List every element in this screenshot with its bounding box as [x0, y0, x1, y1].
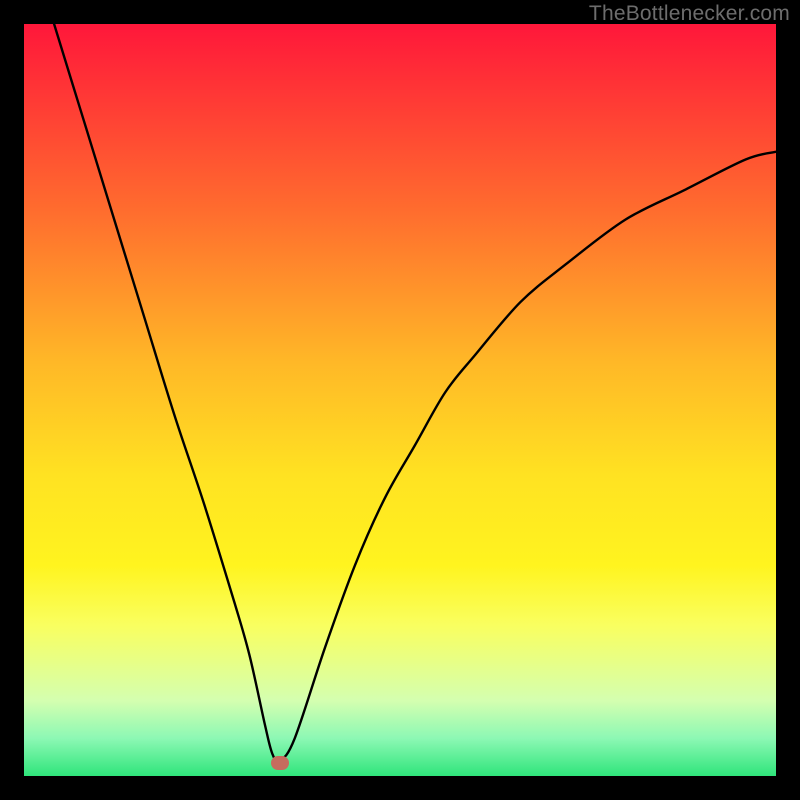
attribution-label: TheBottlenecker.com	[589, 2, 790, 26]
bottleneck-curve	[54, 24, 776, 762]
bottleneck-chart	[24, 24, 776, 776]
optimum-marker	[271, 756, 289, 770]
